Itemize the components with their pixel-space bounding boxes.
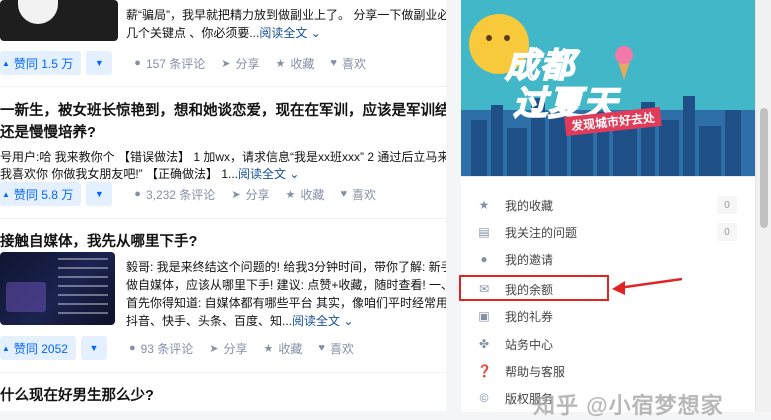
vote-up-button[interactable]: ▲ 赞同 5.8 万 xyxy=(0,182,82,206)
read-more-link[interactable]: 阅读全文 xyxy=(292,314,340,328)
star-icon: ★ xyxy=(263,342,274,355)
star-icon: ★ xyxy=(285,188,296,201)
vote-down-icon: ▼ xyxy=(89,343,99,353)
question-title[interactable]: 一新生，被女班长惊艳到，想和她谈恋爱，现在在军训，应该是军训结束直接表 xyxy=(0,100,446,122)
admin-icon: ✤ xyxy=(478,337,490,351)
scrollbar-thumb[interactable] xyxy=(760,108,768,228)
read-more-link[interactable]: 阅读全文 xyxy=(238,167,286,181)
like-button[interactable]: ♥ 喜欢 xyxy=(318,340,354,357)
heart-icon: ♥ xyxy=(318,342,325,354)
favorite-button[interactable]: ★ 收藏 xyxy=(264,340,303,357)
share-button[interactable]: ➤ 分享 xyxy=(231,186,269,203)
menu-item-favorites[interactable]: ★ 我的收藏 0 xyxy=(465,192,755,218)
feed: 薪“骗局”，我早就把精力放到做副业上了。 分享一下做副业必知的 几个关键点 、你… xyxy=(0,0,446,411)
chevron-down-icon: ⌄ xyxy=(286,167,300,181)
help-icon: ❓ xyxy=(477,364,492,378)
like-button[interactable]: ♥ 喜欢 xyxy=(340,186,376,203)
item-excerpt-line: 做自媒体，应该从哪里下手! 建议: 点赞+收藏，随时查看! 一、 xyxy=(126,278,446,292)
vote-down-button[interactable]: ▼ xyxy=(86,51,113,75)
comment-icon: ● xyxy=(134,57,141,69)
right-sidebar: 成都 过夏天 发现城市好去处 ★ 我的收藏 0 ▤ 我关注的问题 0 ● 我的邀… xyxy=(461,0,755,412)
share-icon: ➤ xyxy=(231,188,241,201)
comments-button[interactable]: ● 3,232 条评论 xyxy=(134,186,215,203)
item-actions: ▲ 赞同 5.8 万 ▼ ● 3,232 条评论 ➤ 分享 ★ 收藏 ♥ 喜欢 xyxy=(0,182,376,206)
promo-banner[interactable]: 成都 过夏天 发现城市好去处 xyxy=(461,0,755,176)
invite-icon: ● xyxy=(480,252,488,266)
heart-icon: ♥ xyxy=(340,188,347,200)
coupon-icon: ▣ xyxy=(478,309,490,323)
divider xyxy=(0,218,446,219)
item-thumbnail[interactable] xyxy=(0,0,118,41)
favorite-button[interactable]: ★ 收藏 xyxy=(286,186,325,203)
item-excerpt-line: 毅哥: 我是来终结这个问题的! 给我3分钟时间，带你了解: 新手 xyxy=(126,260,446,274)
menu-item-site-center[interactable]: ✤ 站务中心 xyxy=(465,331,755,357)
comment-icon: ● xyxy=(134,188,141,200)
annotation-arrow xyxy=(612,277,683,295)
thumbnail-graphic xyxy=(6,282,46,312)
mascot-image xyxy=(18,0,58,24)
share-button[interactable]: ➤ 分享 xyxy=(209,340,247,357)
vote-up-button[interactable]: ▲ 赞同 1.5 万 xyxy=(0,51,82,75)
item-excerpt-line: 抖音、快手、头条、百度、知...阅读全文 ⌄ xyxy=(126,314,354,328)
item-excerpt-line: 我喜欢你 你做我女朋友吧!” 【正确做法】 1...阅读全文 ⌄ xyxy=(0,167,300,181)
item-excerpt-line: 首先你得知道: 自媒体都有哪些平台 其实，像咱们平时经常用到的 xyxy=(126,296,446,310)
menu-item-coupons[interactable]: ▣ 我的礼券 xyxy=(465,303,755,329)
highlight-box xyxy=(459,275,609,301)
vote-up-icon: ▲ xyxy=(2,189,10,199)
favorites-count: 0 xyxy=(717,196,737,214)
item-actions: ▲ 赞同 1.5 万 ▼ ● 157 条评论 ➤ 分享 ★ 收藏 ♥ 喜欢 xyxy=(0,51,366,75)
share-icon: ➤ xyxy=(221,57,231,70)
question-title[interactable]: 什么现在好男生那么少? xyxy=(0,385,154,407)
vote-down-button[interactable]: ▼ xyxy=(80,336,107,360)
star-icon: ★ xyxy=(478,198,490,212)
question-icon: ▤ xyxy=(478,225,490,239)
vote-up-icon: ▲ xyxy=(2,343,10,353)
column-gap xyxy=(446,0,461,411)
chevron-down-icon: ⌄ xyxy=(307,26,321,40)
watermark: 知乎 @小宿梦想家 xyxy=(533,393,724,418)
read-more-link[interactable]: 阅读全文 xyxy=(259,26,307,40)
menu-item-help[interactable]: ❓ 帮助与客服 xyxy=(465,358,755,384)
menu-item-invitations[interactable]: ● 我的邀请 xyxy=(465,246,755,272)
heart-icon: ♥ xyxy=(330,57,337,69)
copyright-icon: © xyxy=(479,391,489,405)
vote-down-icon: ▼ xyxy=(94,189,104,199)
item-thumbnail[interactable] xyxy=(0,252,115,325)
item-excerpt-line: 几个关键点 、你必须要...阅读全文 ⌄ xyxy=(126,26,321,40)
divider xyxy=(0,372,446,373)
share-button[interactable]: ➤ 分享 xyxy=(221,55,259,72)
thumbnail-graphic xyxy=(58,258,108,318)
item-actions: ▲ 赞同 2052 ▼ ● 93 条评论 ➤ 分享 ★ 收藏 ♥ 喜欢 xyxy=(0,336,354,360)
comment-icon: ● xyxy=(128,342,136,354)
favorite-button[interactable]: ★ 收藏 xyxy=(276,55,315,72)
menu-item-followed-questions[interactable]: ▤ 我关注的问题 0 xyxy=(465,219,755,245)
like-button[interactable]: ♥ 喜欢 xyxy=(330,55,366,72)
item-excerpt-line: 薪“骗局”，我早就把精力放到做副业上了。 分享一下做副业必知的 xyxy=(126,8,446,22)
question-title[interactable]: 还是慢慢培养? xyxy=(0,122,96,144)
comments-button[interactable]: ● 157 条评论 xyxy=(134,55,205,72)
comments-button[interactable]: ● 93 条评论 xyxy=(129,340,193,357)
divider xyxy=(0,86,446,87)
scrollbar[interactable] xyxy=(755,0,771,411)
star-icon: ★ xyxy=(275,57,286,70)
chevron-down-icon: ⌄ xyxy=(340,314,354,328)
vote-up-button[interactable]: ▲ 赞同 2052 xyxy=(0,336,76,360)
share-icon: ➤ xyxy=(209,342,219,355)
followed-questions-count: 0 xyxy=(717,223,737,241)
question-title[interactable]: 接触自媒体，我先从哪里下手? xyxy=(0,231,197,253)
vote-down-button[interactable]: ▼ xyxy=(86,182,113,206)
vote-down-icon: ▼ xyxy=(94,58,104,68)
vote-up-icon: ▲ xyxy=(2,58,10,68)
